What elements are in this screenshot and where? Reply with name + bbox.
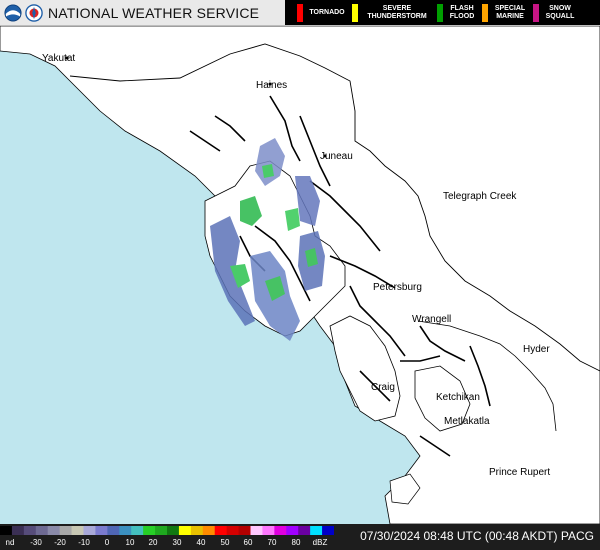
warning-legend: TORNADO SEVERE THUNDERSTORM FLASH FLOOD … [285,0,600,25]
warning-tornado: TORNADO [297,0,347,25]
scale-swatch [0,526,13,535]
scale-swatch [83,526,96,535]
scale-swatch [190,526,204,535]
scale-label: 10 [125,538,135,547]
scale-label: 30 [172,538,182,547]
scale-swatch [202,526,216,535]
warning-swatch [533,3,539,22]
scale-swatch [119,526,132,535]
city-prince-rupert: Prince Rupert [489,467,550,478]
scale-label: 70 [267,538,277,547]
brand: NATIONAL WEATHER SERVICE [4,2,259,24]
scale-swatch [71,526,84,535]
warning-label: SNOW SQUALL [545,4,575,20]
scale-swatch [286,526,299,535]
scale-swatch [262,526,275,535]
city-craig: Craig [371,382,395,393]
noaa-logo-icon [4,4,22,22]
scale-label: 80 [291,538,301,547]
scale-label: -10 [78,538,90,547]
city-juneau: Juneau [320,151,353,162]
scale-swatch [238,526,251,535]
warning-label: TORNADO [309,8,345,16]
scale-swatch [178,526,192,535]
warning-label: SPECIAL MARINE [494,4,526,20]
scale-swatch [167,526,180,535]
page-title: NATIONAL WEATHER SERVICE [48,5,260,21]
scale-swatch [226,526,240,535]
warning-swatch [352,3,358,22]
nws-logo-icon [25,4,43,22]
timestamp: 07/30/2024 08:48 UTC (00:48 AKDT) PACG [360,529,594,543]
dbz-color-scale: nd -30 -20 -10 0 10 20 30 40 50 60 70 80… [0,524,334,550]
scale-swatch [23,526,37,535]
scale-swatch [107,526,120,535]
city-haines: Haines [256,80,287,91]
city-petersburg: Petersburg [373,282,422,293]
warning-severe-thunderstorm: SEVERE THUNDERSTORM [352,0,432,25]
city-hyder: Hyder [523,344,550,355]
radar-map[interactable]: Yakutat Haines Juneau Telegraph Creek Pe… [0,26,600,524]
warning-swatch [437,3,443,22]
scale-swatch [95,526,108,535]
footer-bar: nd -30 -20 -10 0 10 20 30 40 50 60 70 80… [0,524,600,550]
warning-special-marine: SPECIAL MARINE [482,0,528,25]
warning-flash-flood: FLASH FLOOD [437,0,477,25]
scale-swatch [274,526,287,535]
warning-swatch [482,3,488,22]
scale-swatch [250,526,263,535]
scale-label: 40 [196,538,206,547]
scale-label: -30 [30,538,42,547]
city-ketchikan: Ketchikan [436,392,480,403]
scale-swatch [131,526,144,535]
scale-swatch [298,526,311,535]
scale-label: -20 [54,538,66,547]
city-metlakatla: Metlakatla [444,416,490,427]
scale-label: dBZ [312,538,328,547]
city-yakutat: Yakutat [42,53,75,64]
scale-label: 60 [243,538,253,547]
scale-label: 50 [220,538,230,547]
radar-frame: NATIONAL WEATHER SERVICE TORNADO SEVERE … [0,0,600,550]
scale-swatch [47,526,61,535]
scale-swatch [214,526,228,535]
city-wrangell: Wrangell [412,314,451,325]
scale-swatch [322,526,334,535]
scale-swatch [155,526,168,535]
scale-label: 0 [104,538,110,547]
scale-swatch [143,526,156,535]
scale-label: 20 [148,538,158,547]
warning-snow-squall: SNOW SQUALL [533,0,577,25]
scale-swatch [310,526,323,535]
header-bar: NATIONAL WEATHER SERVICE TORNADO SEVERE … [0,0,600,26]
dbz-color-strip [0,526,334,535]
scale-swatch [59,526,73,535]
scale-swatch [35,526,49,535]
city-telegraph-creek: Telegraph Creek [443,191,517,202]
scale-swatch [11,526,25,535]
warning-label: SEVERE THUNDERSTORM [367,4,427,20]
scale-label: nd [5,538,15,547]
warning-label: FLASH FLOOD [449,4,475,20]
warning-swatch [297,3,303,22]
